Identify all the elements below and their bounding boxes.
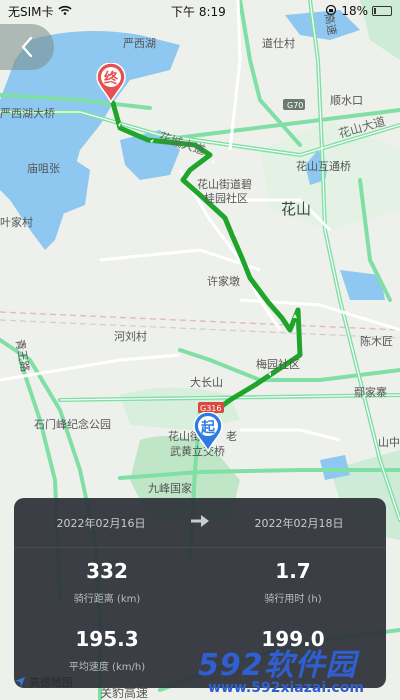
map-label-yejia: 叶家村 bbox=[0, 215, 33, 229]
end-date: 2022年02月18日 bbox=[254, 516, 344, 530]
map-label-guojiazhai: 鄢家寨 bbox=[354, 385, 387, 399]
amap-logo-text: 高德地图 bbox=[29, 676, 73, 689]
status-bar: 无SIM卡 下午 8:19 18% bbox=[0, 0, 400, 22]
map-label-dachangshan: 大长山 bbox=[190, 375, 223, 389]
clock: 下午 8:19 bbox=[171, 4, 226, 19]
start-marker-label: 起 bbox=[201, 420, 215, 436]
start-marker[interactable]: 起 bbox=[192, 411, 224, 453]
navigation-arrow-icon bbox=[15, 677, 25, 687]
map-label-daoshi: 道仕村 bbox=[262, 36, 295, 50]
chevron-left-icon bbox=[21, 36, 33, 58]
map-label-huashan-community: 花山街道碧 bbox=[197, 177, 252, 191]
watermark: 592软件园 www.592xiazai.com bbox=[198, 640, 394, 700]
map-label-shanzhong: 山中 bbox=[378, 436, 400, 449]
back-button[interactable] bbox=[0, 24, 54, 70]
map-label-miaoxiang: 庙咀张 bbox=[27, 161, 60, 175]
battery-percent: 18% bbox=[341, 4, 368, 18]
stat-value: 195.3 bbox=[75, 627, 139, 651]
start-date: 2022年02月16日 bbox=[56, 516, 146, 530]
map-label-shuikou: 顺水口 bbox=[330, 94, 363, 107]
stat-value: 332 bbox=[86, 559, 128, 583]
stat-duration: 1.7 骑行用时 (h) bbox=[200, 548, 386, 616]
battery-icon bbox=[371, 6, 392, 16]
stat-value: 1.7 bbox=[275, 559, 311, 583]
stat-distance: 332 骑行距离 (km) bbox=[14, 548, 200, 616]
map-label-yanxi-bridge: 严西湖大桥 bbox=[0, 106, 55, 120]
wifi-icon bbox=[57, 4, 72, 18]
carrier-text: 无SIM卡 bbox=[8, 4, 54, 19]
map-label-guiyuan: 桂园社区 bbox=[204, 191, 248, 205]
map-label-huashan: 花山 bbox=[281, 200, 311, 218]
map-label-yanxi-lake: 严西湖 bbox=[123, 37, 156, 50]
watermark-url: www.592xiazai.com bbox=[208, 680, 364, 696]
arrow-right-icon bbox=[190, 514, 210, 531]
map-label-hejiacun: 河刘村 bbox=[114, 329, 147, 343]
map-label-bottom-road: 关豹高速 bbox=[100, 686, 149, 700]
map-label-chendong: 陈木匠 bbox=[360, 334, 393, 348]
end-marker-label: 终 bbox=[104, 71, 118, 87]
watermark-title: 592软件园 bbox=[198, 648, 357, 683]
map-label-shimen-park: 石门峰纪念公园 bbox=[34, 417, 111, 431]
stat-label: 骑行用时 (h) bbox=[264, 594, 322, 605]
map-label-xujiadun: 许家墩 bbox=[207, 274, 240, 288]
stat-label: 平均速度 (km/h) bbox=[68, 662, 146, 673]
highway-badge-g70: G70 bbox=[287, 101, 303, 110]
map-label-meiyuan: 梅园社区 bbox=[256, 357, 300, 371]
stat-label: 骑行距离 (km) bbox=[73, 594, 141, 605]
lock-rotation-icon bbox=[325, 4, 337, 19]
date-range: 2022年02月16日 2022年02月18日 bbox=[14, 498, 386, 548]
map-label-huashan-interchange: 花山互通桥 bbox=[296, 160, 351, 173]
map-label-lao: 老 bbox=[226, 430, 237, 443]
map-label-jiufeng: 九峰国家 bbox=[148, 481, 192, 495]
amap-logo: 高德地图 bbox=[14, 674, 73, 690]
end-marker[interactable]: 终 bbox=[95, 62, 127, 104]
